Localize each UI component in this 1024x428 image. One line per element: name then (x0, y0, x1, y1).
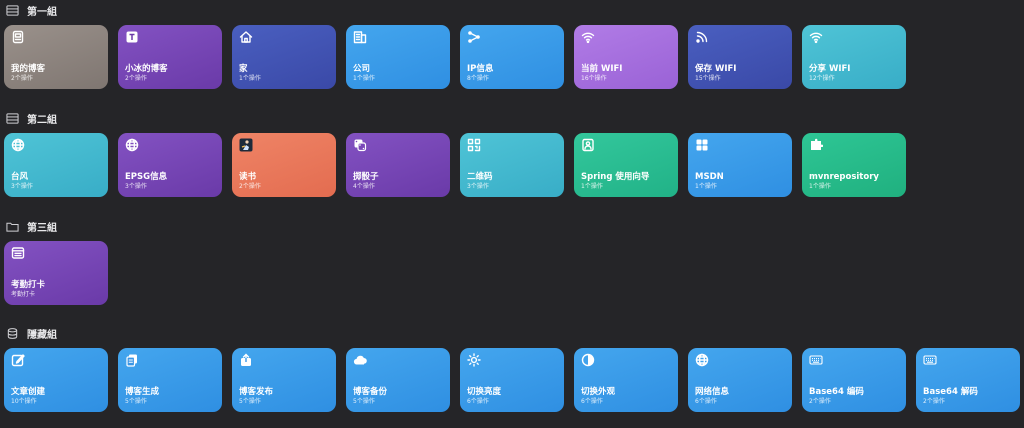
shortcut-card[interactable]: 掷骰子 4个操作 (346, 133, 450, 197)
shortcut-card[interactable]: 博客备份 5个操作 (346, 348, 450, 412)
stack-icon (6, 327, 19, 340)
shortcut-card[interactable]: 公司 1个操作 (346, 25, 450, 89)
rss-icon (695, 30, 709, 44)
shortcut-card[interactable]: 博客生成 5个操作 (118, 348, 222, 412)
shortcut-subtitle: 5个操作 (239, 398, 261, 405)
shortcut-card[interactable]: 读书 2个操作 (232, 133, 336, 197)
shortcut-subtitle: 3个操作 (467, 183, 489, 190)
wifi-icon (809, 30, 823, 44)
shortcut-card[interactable]: Base64 编码 2个操作 (802, 348, 906, 412)
shortcut-subtitle: 15个操作 (695, 75, 721, 82)
shortcut-card[interactable]: Base64 解码 2个操作 (916, 348, 1020, 412)
keyboard-icon (923, 353, 937, 367)
shortcut-subtitle: 12个操作 (809, 75, 835, 82)
shortcut-card[interactable]: 二维码 3个操作 (460, 133, 564, 197)
shortcut-card[interactable]: 切换外观 6个操作 (574, 348, 678, 412)
group-row-1: 我的博客 2个操作 小冰的博客 2个操作 家 1个操作 公司 1个操作 IP信息 8个操作… (4, 25, 906, 89)
share-nodes-icon (467, 30, 481, 44)
upload-icon (239, 353, 253, 367)
reader-icon (239, 138, 253, 152)
shortcut-card[interactable]: 当前 WIFI 16个操作 (574, 25, 678, 89)
group-header-4[interactable]: 隱藏組 (6, 325, 57, 341)
dice-icon (353, 138, 367, 152)
shortcuts-gallery: 第一組 我的博客 2个操作 小冰的博客 2个操作 家 1个操作 公司 1个操作 IP信息… (0, 0, 1024, 428)
wifi-icon (581, 30, 595, 44)
group-title: 第二組 (27, 114, 57, 126)
puzzle-icon (809, 138, 823, 152)
grid-icon (695, 138, 709, 152)
shortcut-subtitle: 6个操作 (581, 398, 603, 405)
shortcut-card[interactable]: 小冰的博客 2个操作 (118, 25, 222, 89)
shortcut-card[interactable]: 我的博客 2个操作 (4, 25, 108, 89)
group-row-4: 文章创建 10个操作 博客生成 5个操作 博客发布 5个操作 博客备份 5个操作 切换亮… (4, 348, 1020, 412)
shortcut-card[interactable]: 博客发布 5个操作 (232, 348, 336, 412)
shortcut-subtitle: 8个操作 (467, 75, 489, 82)
shortcut-card[interactable]: mvnrepository 1个操作 (802, 133, 906, 197)
group-header-3[interactable]: 第三組 (6, 218, 57, 234)
notes-icon (11, 246, 25, 260)
shortcut-subtitle: 2个操作 (239, 183, 261, 190)
shortcut-subtitle: 5个操作 (353, 398, 375, 405)
copy-icon (125, 353, 139, 367)
shortcut-subtitle: 考勤打卡 (11, 291, 36, 298)
qrcode-icon (467, 138, 481, 152)
folder-icon (6, 220, 19, 233)
group-header-1[interactable]: 第一組 (6, 2, 57, 18)
shortcut-subtitle: 2个操作 (923, 398, 945, 405)
list-icon (6, 4, 19, 17)
cloud-icon (353, 353, 367, 367)
shortcut-card[interactable]: Spring 使用向导 1个操作 (574, 133, 678, 197)
shortcut-subtitle: 1个操作 (239, 75, 261, 82)
shortcut-subtitle: 2个操作 (11, 75, 33, 82)
shortcut-card[interactable]: 考勤打卡 考勤打卡 (4, 241, 108, 305)
shortcut-card[interactable]: 网络信息 6个操作 (688, 348, 792, 412)
group-title: 第三組 (27, 222, 57, 234)
shortcut-subtitle: 6个操作 (695, 398, 717, 405)
house-icon (239, 30, 253, 44)
shortcut-subtitle: 2个操作 (809, 398, 831, 405)
text-t-icon (125, 30, 139, 44)
shortcut-card[interactable]: 台风 3个操作 (4, 133, 108, 197)
group-row-3: 考勤打卡 考勤打卡 (4, 241, 108, 305)
group-title: 隱藏組 (27, 329, 57, 341)
shortcut-subtitle: 1个操作 (353, 75, 375, 82)
keyboard-icon (809, 353, 823, 367)
shortcut-subtitle: 5个操作 (125, 398, 147, 405)
shortcut-card[interactable]: 分享 WIFI 12个操作 (802, 25, 906, 89)
image-icon (581, 138, 595, 152)
list-icon (6, 112, 19, 125)
shortcut-card[interactable]: IP信息 8个操作 (460, 25, 564, 89)
shortcut-card[interactable]: EPSG信息 3个操作 (118, 133, 222, 197)
shortcut-subtitle: 1个操作 (809, 183, 831, 190)
shortcut-card[interactable]: MSDN 1个操作 (688, 133, 792, 197)
shortcut-subtitle: 4个操作 (353, 183, 375, 190)
shortcut-subtitle: 1个操作 (695, 183, 717, 190)
shortcut-subtitle: 3个操作 (125, 183, 147, 190)
shortcut-subtitle: 16个操作 (581, 75, 607, 82)
globe-icon (125, 138, 139, 152)
group-row-2: 台风 3个操作 EPSG信息 3个操作 读书 2个操作 掷骰子 4个操作 二维码 3个操作… (4, 133, 906, 197)
edit-icon (11, 353, 25, 367)
sun-icon (467, 353, 481, 367)
appearance-icon (581, 353, 595, 367)
group-header-2[interactable]: 第二組 (6, 110, 57, 126)
shortcut-subtitle: 2个操作 (125, 75, 147, 82)
shortcut-subtitle: 1个操作 (581, 183, 603, 190)
shortcut-subtitle: 3个操作 (11, 183, 33, 190)
globe-icon (11, 138, 25, 152)
document-icon (11, 30, 25, 44)
globe-icon (695, 353, 709, 367)
group-title: 第一組 (27, 6, 57, 18)
building-icon (353, 30, 367, 44)
shortcut-subtitle: 6个操作 (467, 398, 489, 405)
shortcut-card[interactable]: 切换亮度 6个操作 (460, 348, 564, 412)
shortcut-card[interactable]: 文章创建 10个操作 (4, 348, 108, 412)
shortcut-card[interactable]: 保存 WIFI 15个操作 (688, 25, 792, 89)
shortcut-subtitle: 10个操作 (11, 398, 37, 405)
shortcut-card[interactable]: 家 1个操作 (232, 25, 336, 89)
